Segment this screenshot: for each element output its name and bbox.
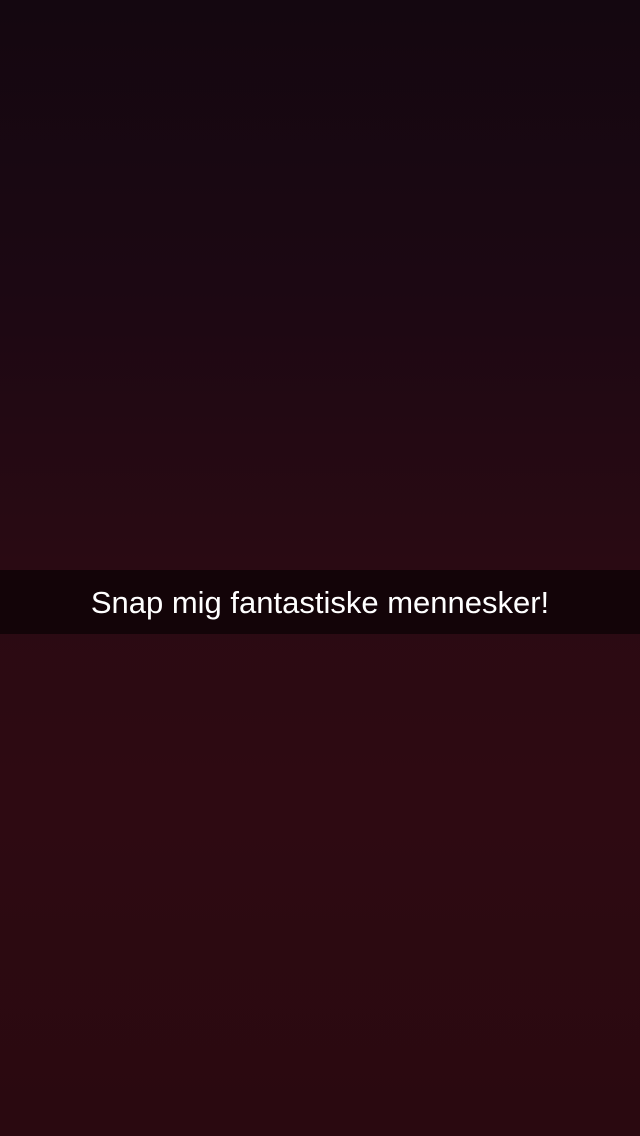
snap-photo: Snap mig fantastiske mennesker! bbox=[0, 0, 640, 1136]
caption-text: Snap mig fantastiske mennesker! bbox=[90, 584, 550, 620]
caption-bar[interactable]: Snap mig fantastiske mennesker! bbox=[0, 570, 640, 634]
